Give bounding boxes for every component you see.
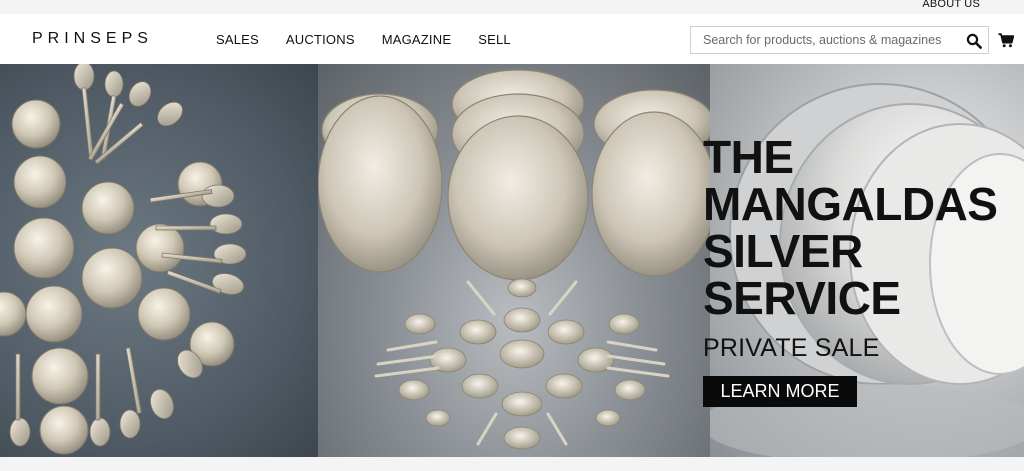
search-input[interactable] — [703, 32, 953, 48]
top-utility-bar: ABOUT US — [0, 0, 1024, 14]
hero-title: THE MANGALDAS SILVER SERVICE — [703, 131, 998, 324]
search-icon[interactable] — [966, 33, 982, 49]
hero-image-spoons-bowls — [0, 64, 318, 457]
hero-title-line: SERVICE — [703, 272, 901, 324]
about-us-link[interactable]: ABOUT US — [922, 0, 980, 10]
main-nav: SALES AUCTIONS MAGAZINE SELL — [216, 32, 538, 47]
hero-title-line: MANGALDAS — [703, 178, 998, 230]
cart-icon[interactable] — [998, 33, 1014, 48]
site-logo[interactable]: PRINSEPS — [32, 30, 153, 48]
learn-more-button[interactable]: LEARN MORE — [703, 376, 857, 407]
nav-sales[interactable]: SALES — [216, 32, 259, 47]
hero-image-plates-arrangement — [318, 64, 710, 457]
hero-banner[interactable]: THE MANGALDAS SILVER SERVICE PRIVATE SAL… — [0, 64, 1024, 457]
page-below-fold — [0, 457, 1024, 471]
hero-subtitle: PRIVATE SALE — [703, 334, 880, 362]
search-box — [690, 26, 989, 54]
hero-text-block: THE MANGALDAS SILVER SERVICE PRIVATE SAL… — [703, 131, 998, 407]
nav-sell[interactable]: SELL — [478, 32, 511, 47]
main-header: PRINSEPS SALES AUCTIONS MAGAZINE SELL — [0, 14, 1024, 64]
hero-title-line: SILVER — [703, 225, 863, 277]
nav-magazine[interactable]: MAGAZINE — [382, 32, 452, 47]
nav-auctions[interactable]: AUCTIONS — [286, 32, 355, 47]
hero-title-line: THE — [703, 131, 794, 183]
